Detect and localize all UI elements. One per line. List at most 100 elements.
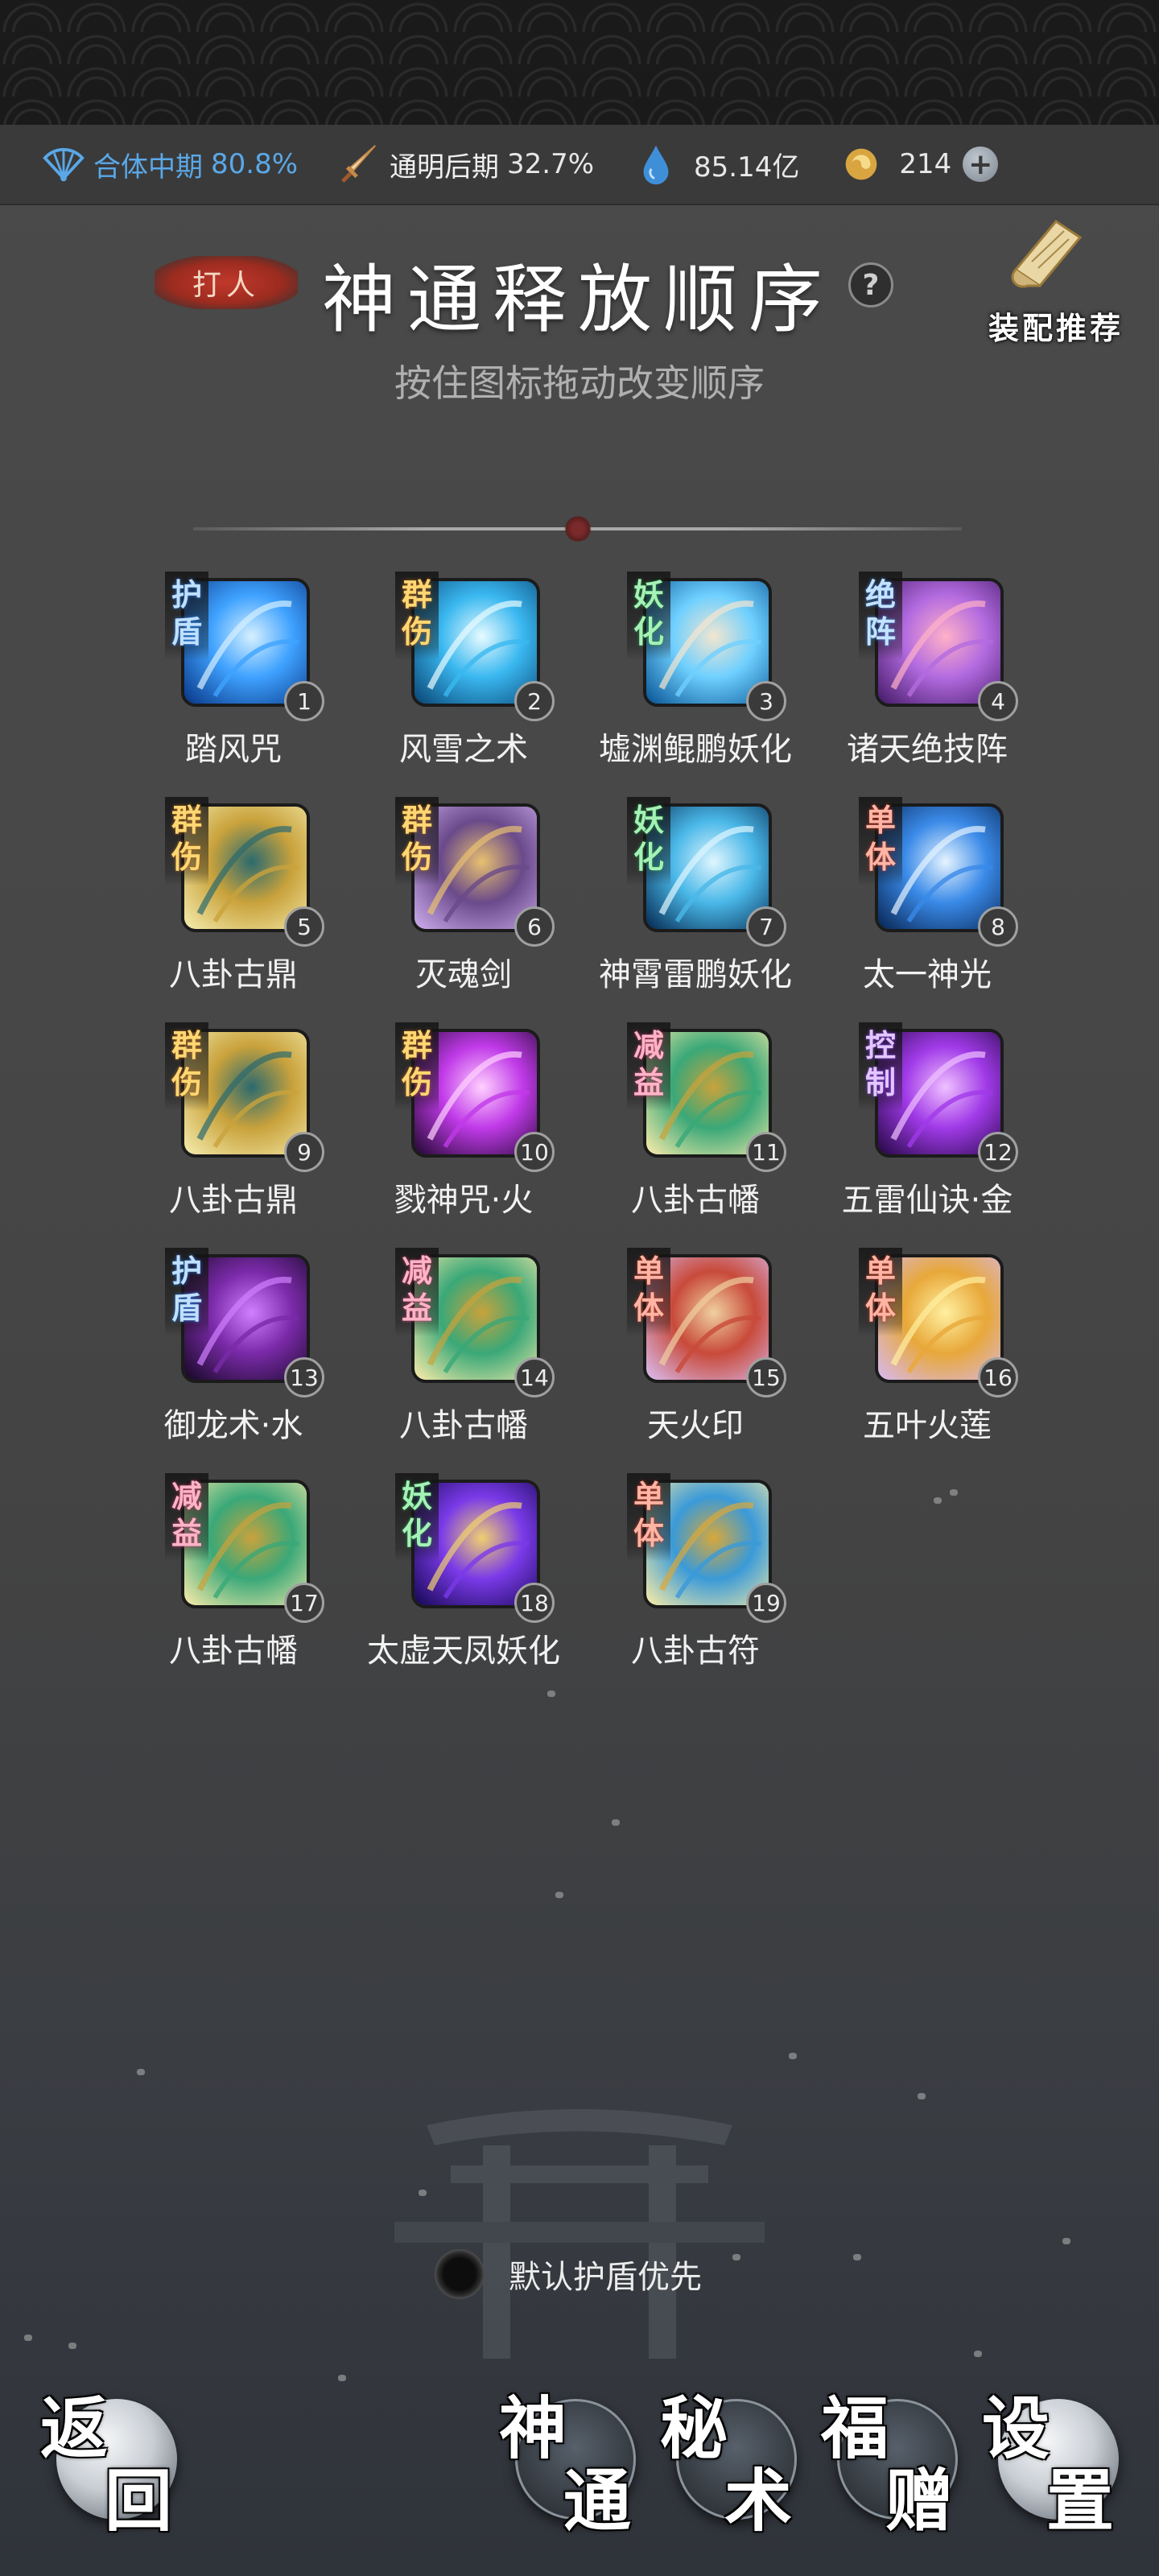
- skill-slot[interactable]: 妖化 7 神霄雷鹏妖化: [579, 789, 812, 1006]
- snow-speck: [974, 2351, 982, 2357]
- skill-slot[interactable]: 护盾 1 踏风咒: [117, 564, 350, 781]
- skill-name: 戮神咒·火: [394, 1182, 534, 1219]
- skill-category-badge: 护盾: [165, 1248, 208, 1336]
- skill-slot[interactable]: 护盾 13 御龙术·水: [117, 1240, 350, 1457]
- skill-name: 灭魂剑: [415, 956, 512, 993]
- skill-order-badge: 16: [978, 1357, 1018, 1397]
- skill-slot[interactable]: 控制 12 五雷仙诀·金: [810, 1014, 1044, 1232]
- skill-slot[interactable]: 减益 17 八卦古幡: [117, 1465, 350, 1682]
- skill-slot[interactable]: 群伤 9 八卦古鼎: [117, 1014, 350, 1232]
- mishu-char-2: 术: [724, 2461, 793, 2541]
- skill-name: 五叶火莲: [863, 1407, 992, 1444]
- resource-sword: 通明后期 32.7%: [336, 141, 594, 188]
- skill-order-badge: 17: [284, 1583, 324, 1623]
- drag-hint: 按住图标拖动改变顺序: [394, 361, 765, 405]
- skill-name: 天火印: [647, 1407, 744, 1444]
- skill-name: 墟渊鲲鹏妖化: [599, 731, 792, 768]
- mishu-char-1: 秘: [660, 2388, 728, 2468]
- skill-slot[interactable]: 单体 15 天火印: [579, 1240, 812, 1457]
- skill-slot[interactable]: 减益 11 八卦古幡: [579, 1014, 812, 1232]
- skill-category-badge: 群伤: [165, 1022, 208, 1111]
- skill-order-badge: 8: [978, 906, 1018, 947]
- skill-slot[interactable]: 妖化 18 太虚天凤妖化: [347, 1465, 580, 1682]
- skill-order-badge: 5: [284, 906, 324, 947]
- help-button[interactable]: ?: [848, 262, 893, 308]
- skill-name: 五雷仙诀·金: [841, 1182, 1013, 1219]
- skill-category-badge: 单体: [859, 1248, 902, 1336]
- snow-speck: [555, 1892, 563, 1898]
- snow-speck: [419, 2190, 427, 2196]
- fuzeng-button[interactable]: 福 赠: [821, 2375, 974, 2541]
- sword-stage: 通明后期: [390, 151, 500, 184]
- skill-category-badge: 减益: [395, 1248, 439, 1336]
- skill-name: 风雪之术: [399, 731, 528, 768]
- skill-slot[interactable]: 群伤 10 戮神咒·火: [347, 1014, 580, 1232]
- snow-speck: [612, 1819, 620, 1826]
- settings-button[interactable]: 设 置: [982, 2375, 1135, 2541]
- settings-char-1: 设: [982, 2388, 1050, 2468]
- add-coin-button[interactable]: +: [963, 147, 999, 182]
- mishu-button[interactable]: 秘 术: [660, 2375, 813, 2541]
- skill-order-badge: 9: [284, 1132, 324, 1172]
- skill-name: 八卦古鼎: [169, 956, 298, 993]
- skill-category-badge: 妖化: [627, 572, 670, 660]
- skill-order-badge: 19: [746, 1583, 786, 1623]
- back-char-2: 回: [105, 2461, 173, 2541]
- back-button[interactable]: 返 回: [40, 2375, 193, 2541]
- skill-category-badge: 护盾: [165, 572, 208, 660]
- snow-speck: [918, 2093, 926, 2099]
- skill-name: 太虚天凤妖化: [367, 1633, 560, 1670]
- skill-order-badge: 12: [978, 1132, 1018, 1172]
- skill-category-badge: 单体: [859, 797, 902, 886]
- snow-speck: [853, 2254, 861, 2260]
- skill-name: 御龙术·水: [163, 1407, 303, 1444]
- skill-category-badge: 群伤: [395, 572, 439, 660]
- snow-speck: [1062, 2238, 1070, 2244]
- skill-order-badge: 4: [978, 681, 1018, 721]
- skill-order-badge: 2: [514, 681, 555, 721]
- skill-slot[interactable]: 群伤 5 八卦古鼎: [117, 789, 350, 1006]
- skill-slot[interactable]: 单体 8 太一神光: [810, 789, 1044, 1006]
- skill-name: 八卦古幡: [399, 1407, 528, 1444]
- cultivation-stage: 合体中期: [93, 151, 203, 184]
- resource-cultivation: 合体中期 80.8%: [40, 141, 298, 188]
- skill-slot[interactable]: 群伤 6 灭魂剑: [347, 789, 580, 1006]
- skill-name: 太一神光: [863, 956, 992, 993]
- spirit-coin-icon: [838, 141, 885, 188]
- skill-slot[interactable]: 单体 19 八卦古符: [579, 1465, 812, 1682]
- skill-slot[interactable]: 减益 14 八卦古幡: [347, 1240, 580, 1457]
- skill-name: 八卦古符: [631, 1633, 760, 1670]
- skill-slot[interactable]: 妖化 3 墟渊鲲鹏妖化: [579, 564, 812, 781]
- sword-icon: [336, 141, 383, 188]
- skill-name: 八卦古鼎: [169, 1182, 298, 1219]
- skill-name: 八卦古幡: [169, 1633, 298, 1670]
- default-shield-priority-toggle[interactable]: 默认护盾优先: [435, 2246, 702, 2302]
- attack-mode-tag[interactable]: 打人: [155, 256, 298, 309]
- fuzeng-char-2: 赠: [885, 2461, 954, 2541]
- skill-order-badge: 10: [514, 1132, 555, 1172]
- skill-order-badge: 7: [746, 906, 786, 947]
- skill-category-badge: 减益: [627, 1022, 670, 1111]
- shentong-char-1: 神: [499, 2388, 567, 2468]
- snow-speck: [338, 2375, 346, 2381]
- snow-speck: [547, 1690, 555, 1697]
- shentong-char-2: 通: [563, 2461, 632, 2541]
- toggle-radio[interactable]: [435, 2249, 485, 2299]
- resource-bar: 合体中期 80.8% 通明后期 32.7% 85.14亿 214 +: [0, 125, 1159, 205]
- recommend-label: 装配推荐: [988, 310, 1124, 346]
- skill-category-badge: 绝阵: [859, 572, 902, 660]
- skill-grid: 护盾 1 踏风咒群伤 2 风雪之术妖化 3 墟渊鲲鹏妖化绝阵 4 诸天绝技阵群伤 5 八卦古鼎群伤 6…: [0, 564, 1159, 1690]
- skill-order-badge: 18: [514, 1583, 555, 1623]
- skill-name: 踏风咒: [185, 731, 282, 768]
- top-pattern-band: [0, 0, 1159, 125]
- skill-category-badge: 妖化: [395, 1473, 439, 1562]
- skill-slot[interactable]: 绝阵 4 诸天绝技阵: [810, 564, 1044, 781]
- divider-ornament: [563, 516, 592, 542]
- skill-slot[interactable]: 单体 16 五叶火莲: [810, 1240, 1044, 1457]
- fuzeng-char-1: 福: [821, 2388, 889, 2468]
- settings-char-2: 置: [1046, 2461, 1115, 2541]
- toggle-label: 默认护盾优先: [509, 2259, 702, 2296]
- shentong-button[interactable]: 神 通: [499, 2375, 652, 2541]
- skill-slot[interactable]: 群伤 2 风雪之术: [347, 564, 580, 781]
- recommend-loadout-button[interactable]: 装配推荐: [975, 213, 1136, 350]
